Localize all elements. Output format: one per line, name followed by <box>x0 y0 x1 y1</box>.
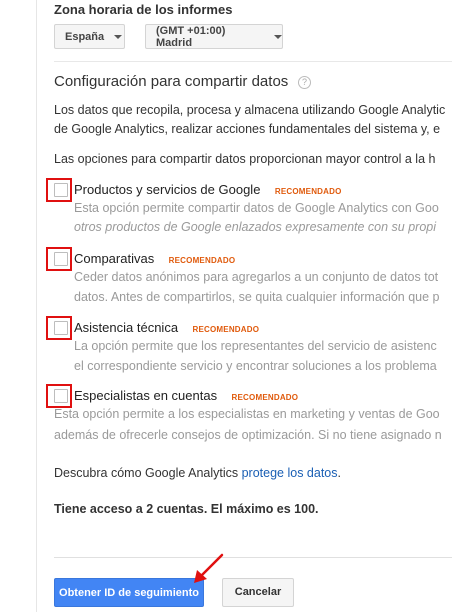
help-icon[interactable]: ? <box>298 76 311 89</box>
option-account-specialists: Especialistas en cuentas RECOMENDADO <box>74 387 298 405</box>
annotation-arrow-icon <box>194 553 224 583</box>
recommended-badge: RECOMENDADO <box>168 256 236 265</box>
accounts-notice: Tiene acceso a 2 cuentas. El máximo es 1… <box>54 502 319 516</box>
chevron-down-icon <box>274 34 282 39</box>
divider <box>54 61 452 62</box>
divider <box>54 557 452 558</box>
protect-data-link[interactable]: protege los datos <box>242 466 338 480</box>
protect-prefix: Descubra cómo Google Analytics <box>54 466 239 480</box>
option-desc-line1: Esta opción permite compartir datos de G… <box>74 201 439 215</box>
option-desc-line1: La opción permite que los representantes… <box>74 339 437 353</box>
get-tracking-id-button[interactable]: Obtener ID de seguimiento <box>54 578 204 607</box>
annotation-highlight-box <box>46 178 72 202</box>
recommended-badge: RECOMENDADO <box>274 187 342 196</box>
option-benchmarking: Comparativas RECOMENDADO <box>74 250 235 268</box>
option-label: Especialistas en cuentas <box>74 388 218 403</box>
recommended-badge: RECOMENDADO <box>192 325 260 334</box>
intro-line-2: de Google Analytics, realizar acciones f… <box>54 122 441 136</box>
timezone-dropdown-value: (GMT +01:00) Madrid <box>156 24 226 49</box>
options-intro: Las opciones para compartir datos propor… <box>54 152 436 166</box>
annotation-highlight-box <box>46 247 72 271</box>
option-desc-line2: otros productos de Google enlazados expr… <box>74 220 437 234</box>
option-label: Comparativas <box>74 251 155 266</box>
protect-suffix: . <box>337 466 341 480</box>
intro-line-1: Los datos que recopila, procesa y almace… <box>54 103 446 117</box>
option-label: Asistencia técnica <box>74 320 179 335</box>
timezone-dropdown[interactable]: (GMT +01:00) Madrid <box>145 24 283 49</box>
option-desc-line1: Esta opción permite a los especialistas … <box>54 407 440 421</box>
cancel-button[interactable]: Cancelar <box>222 578 294 607</box>
data-protection-note: Descubra cómo Google Analytics protege l… <box>54 466 341 480</box>
annotation-highlight-box <box>46 316 72 340</box>
option-technical-support: Asistencia técnica RECOMENDADO <box>74 319 259 337</box>
option-desc-line2: además de ofrecerle consejos de optimiza… <box>54 428 442 442</box>
annotation-highlight-box <box>46 384 72 408</box>
page-left-border <box>36 0 37 612</box>
chevron-down-icon <box>114 34 123 39</box>
country-dropdown[interactable]: España <box>54 24 125 49</box>
country-dropdown-value: España <box>65 30 105 43</box>
sharing-section-title: Configuración para compartir datos <box>54 73 289 90</box>
option-desc-line2: el correspondiente servicio y encontrar … <box>74 359 437 373</box>
timezone-title: Zona horaria de los informes <box>54 2 233 17</box>
option-desc-line1: Ceder datos anónimos para agregarlos a u… <box>74 270 439 284</box>
recommended-badge: RECOMENDADO <box>231 393 299 402</box>
option-label: Productos y servicios de Google <box>74 182 261 197</box>
option-desc-line2: datos. Antes de compartirlos, se quita c… <box>74 290 440 304</box>
option-google-products: Productos y servicios de Google RECOMEND… <box>74 181 342 199</box>
